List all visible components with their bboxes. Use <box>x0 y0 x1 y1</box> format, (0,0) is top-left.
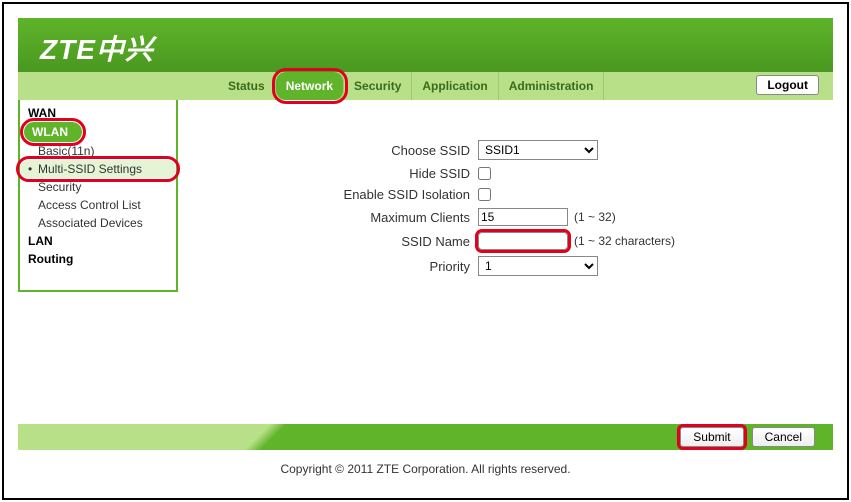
max-clients-hint: (1 ~ 32) <box>574 210 616 224</box>
ssid-name-hint: (1 ~ 32 characters) <box>574 234 675 248</box>
max-clients-input[interactable] <box>478 208 568 226</box>
brand-logo: ZTE中兴 <box>18 18 833 68</box>
ssid-name-label: SSID Name <box>198 234 478 249</box>
sidebar-section-routing[interactable]: Routing <box>20 250 176 268</box>
sidebar-item-basic[interactable]: Basic(11n) <box>20 142 176 160</box>
header: ZTE中兴 <box>18 18 833 72</box>
sidebar-section-lan[interactable]: LAN <box>20 232 176 250</box>
priority-label: Priority <box>198 259 478 274</box>
sidebar-section-wan[interactable]: WAN <box>20 104 176 122</box>
choose-ssid-select[interactable]: SSID1 <box>478 140 598 160</box>
tab-administration[interactable]: Administration <box>499 72 605 100</box>
tab-application[interactable]: Application <box>412 72 498 100</box>
sidebar-item-assoc[interactable]: Associated Devices <box>20 214 176 232</box>
cancel-button[interactable]: Cancel <box>752 427 815 447</box>
submit-button[interactable]: Submit <box>680 427 743 447</box>
priority-select[interactable]: 1 <box>478 256 598 276</box>
copyright-text: Copyright © 2011 ZTE Corporation. All ri… <box>4 462 847 476</box>
main-tabs: Status Network Security Application Admi… <box>18 72 833 100</box>
tab-status[interactable]: Status <box>218 72 276 100</box>
sidebar-section-wlan[interactable]: WLAN <box>24 122 82 142</box>
ssid-name-input[interactable] <box>478 232 568 250</box>
sidebar-item-multi-ssid[interactable]: Multi-SSID Settings <box>20 160 176 178</box>
hide-ssid-label: Hide SSID <box>198 166 478 181</box>
max-clients-label: Maximum Clients <box>198 210 478 225</box>
footer-bar: Submit Cancel <box>18 424 833 450</box>
tab-network[interactable]: Network <box>276 72 344 100</box>
hide-ssid-checkbox[interactable] <box>478 167 491 180</box>
enable-iso-checkbox[interactable] <box>478 188 491 201</box>
enable-iso-label: Enable SSID Isolation <box>198 187 478 202</box>
choose-ssid-label: Choose SSID <box>198 143 478 158</box>
logout-button[interactable]: Logout <box>756 75 819 95</box>
sidebar: WAN WLAN Basic(11n) Multi-SSID Settings … <box>18 100 178 292</box>
sidebar-item-security[interactable]: Security <box>20 178 176 196</box>
content-area: Choose SSID SSID1 Hide SSID Enable SSID … <box>178 100 833 292</box>
sidebar-item-acl[interactable]: Access Control List <box>20 196 176 214</box>
tab-security[interactable]: Security <box>344 72 412 100</box>
